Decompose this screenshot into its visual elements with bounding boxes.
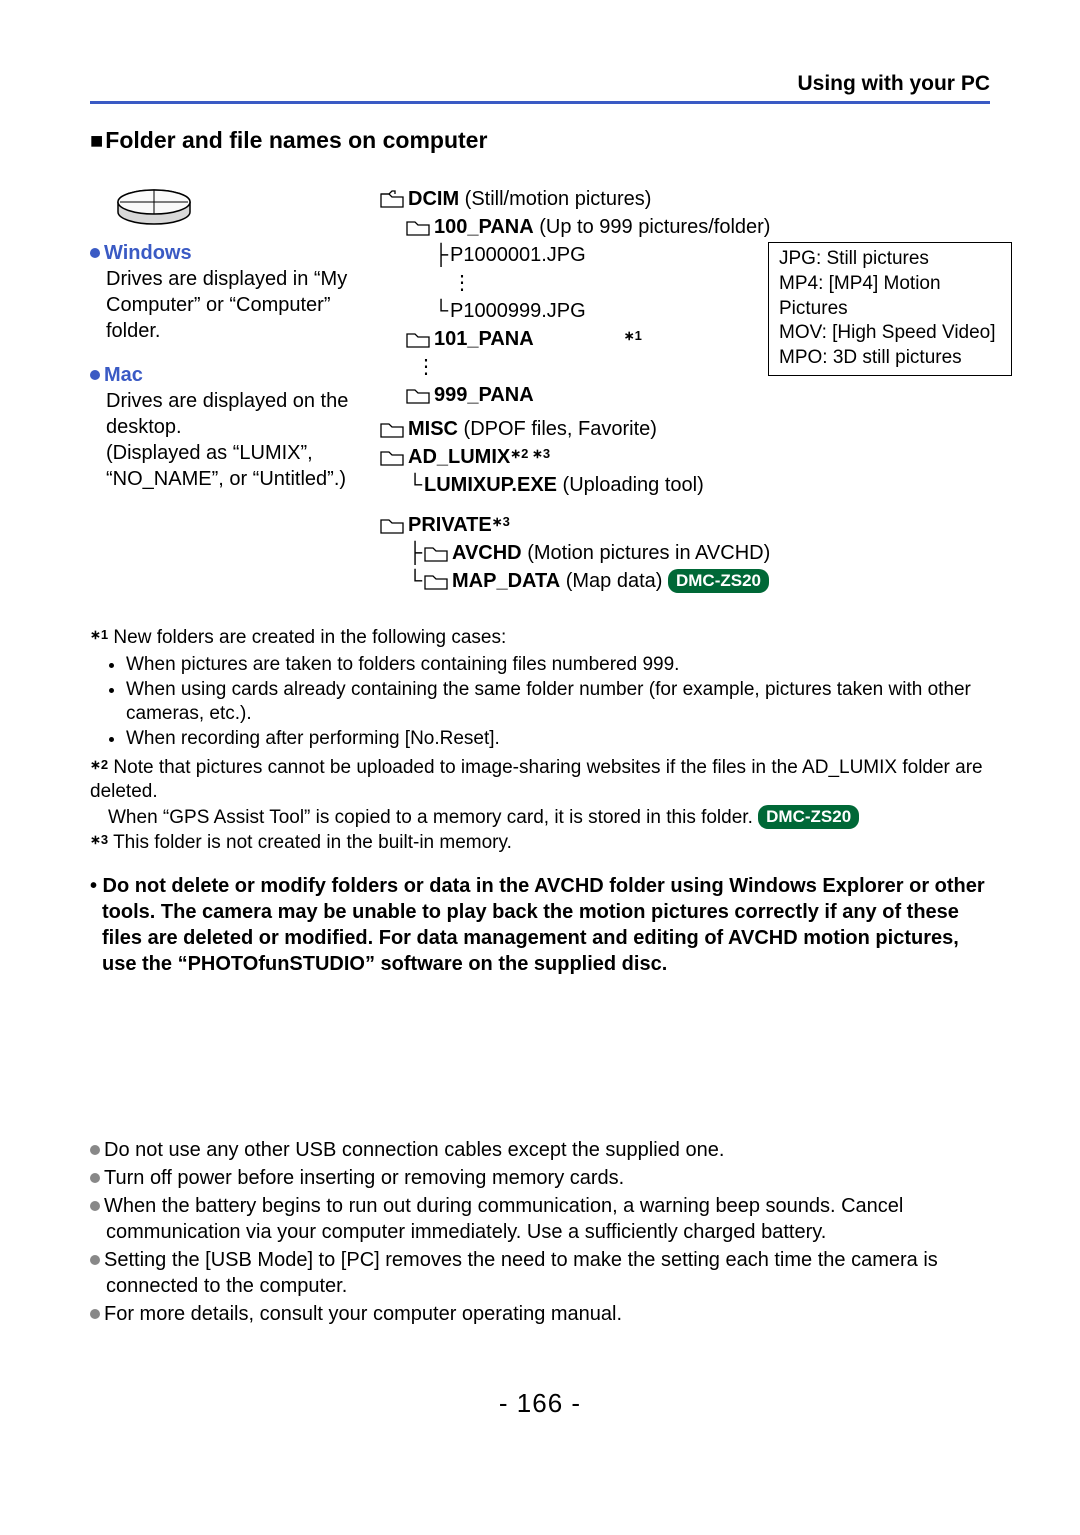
bullet-icon (90, 370, 100, 380)
filetype-callout: JPG: Still pictures MP4: [MP4] Motion Pi… (768, 242, 1012, 375)
folder-tree: JPG: Still pictures MP4: [MP4] Motion Pi… (380, 186, 990, 596)
folder-icon (406, 218, 430, 236)
model-badge: DMC-ZS20 (758, 805, 859, 829)
header-breadcrumb: Using with your PC (90, 70, 990, 97)
mac-desc: Drives are displayed on the desktop. (Di… (106, 388, 360, 492)
bullet-icon (90, 1255, 100, 1265)
bullet-icon (90, 1173, 100, 1183)
folder-icon (406, 330, 430, 348)
folder-icon (406, 386, 430, 404)
folder-icon (380, 190, 404, 208)
file-name: P1000001.JPG (450, 242, 586, 268)
drive-icon (114, 186, 360, 230)
mac-label: Mac (104, 364, 143, 386)
folder-icon (424, 572, 448, 590)
bullet-icon (90, 1145, 100, 1155)
header-rule (90, 101, 990, 104)
section-title: ■Folder and file names on computer (90, 126, 990, 156)
folder-icon (380, 420, 404, 438)
windows-block: Windows Drives are displayed in “My Comp… (90, 240, 360, 344)
footnotes: ∗1 New folders are created in the follow… (90, 626, 990, 855)
page-number: - 166 - (90, 1387, 990, 1421)
folder-icon (380, 516, 404, 534)
file-name: P1000999.JPG (450, 298, 586, 324)
bullet-icon (90, 1309, 100, 1319)
folder-icon (424, 544, 448, 562)
folder-icon (380, 448, 404, 466)
mac-block: Mac Drives are displayed on the desktop.… (90, 362, 360, 492)
bottom-notes: Do not use any other USB connection cabl… (90, 1137, 990, 1327)
windows-label: Windows (104, 242, 192, 264)
windows-desc: Drives are displayed in “My Computer” or… (106, 266, 360, 344)
bullet-icon (90, 248, 100, 258)
model-badge: DMC-ZS20 (668, 569, 769, 593)
square-bullet-icon: ■ (90, 128, 103, 153)
bullet-icon (90, 1201, 100, 1211)
warning-note: • Do not delete or modify folders or dat… (90, 873, 990, 977)
